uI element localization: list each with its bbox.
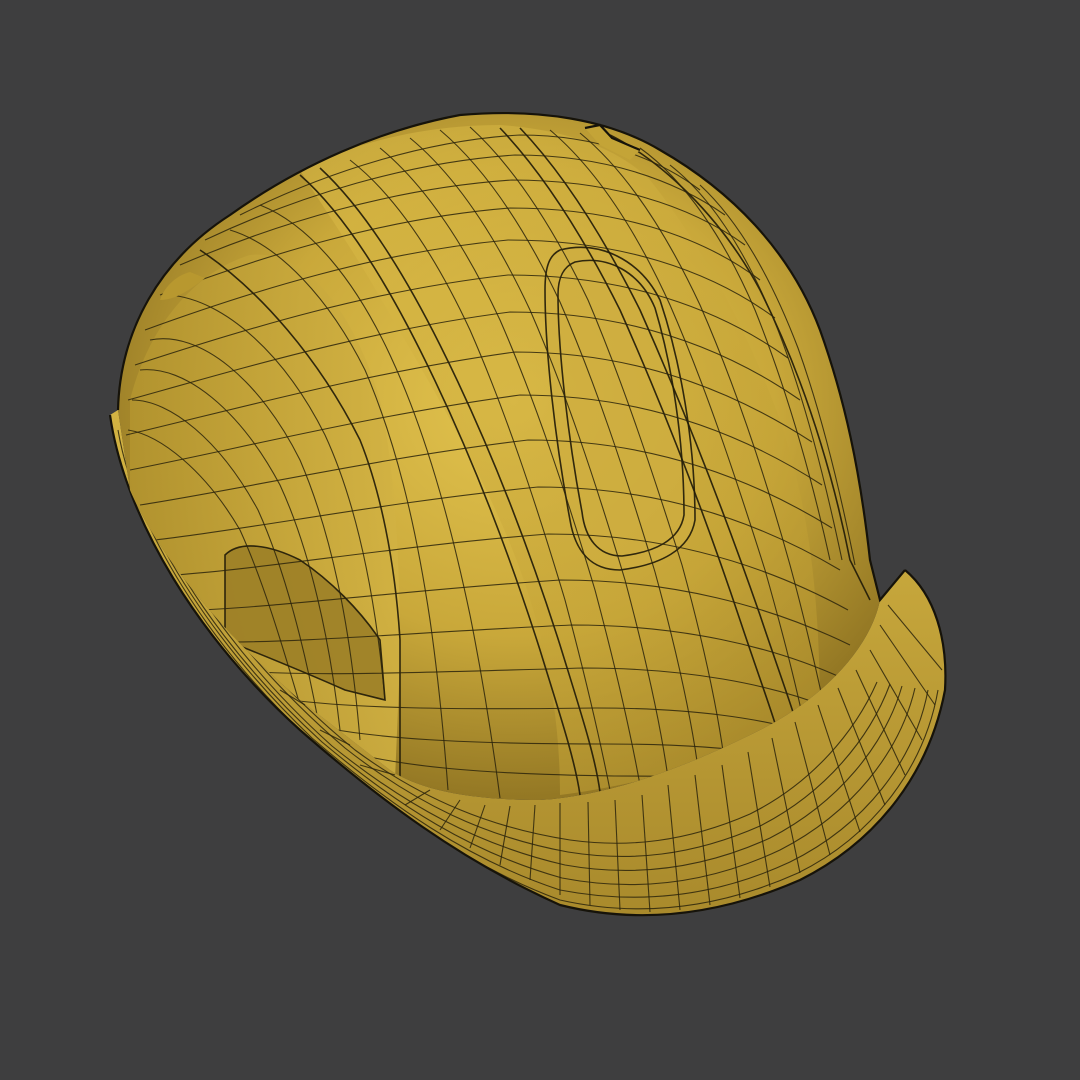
hard-hat-render xyxy=(108,111,947,917)
3d-viewport[interactable] xyxy=(0,0,1080,1080)
dome-shell xyxy=(116,111,906,800)
